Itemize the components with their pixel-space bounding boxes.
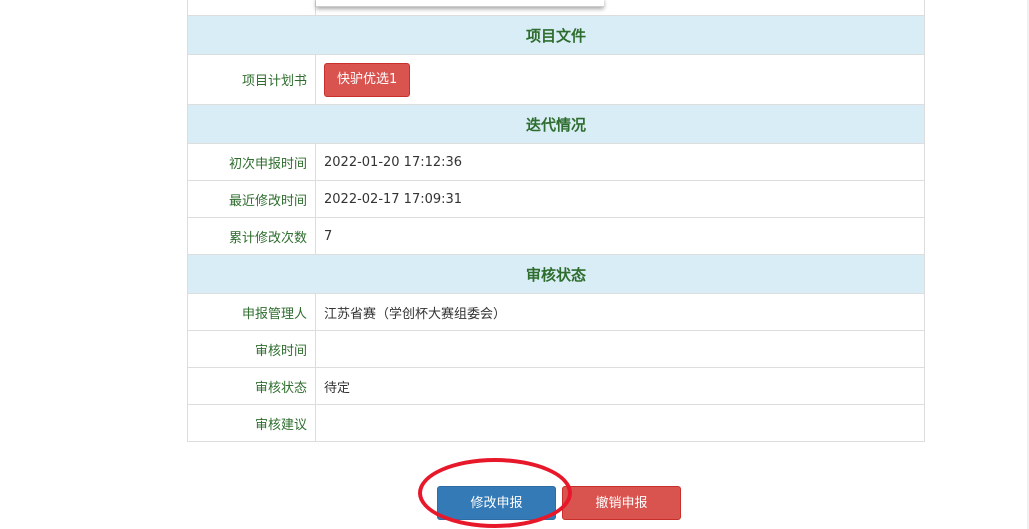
review-status-value: 待定 bbox=[315, 367, 925, 405]
plan-cell: 快驴优选1 bbox=[315, 54, 925, 105]
plan-label: 项目计划书 bbox=[187, 54, 316, 105]
table-row: 最近修改时间 2022-02-17 17:09:31 bbox=[187, 180, 925, 218]
section-header-files: 项目文件 bbox=[187, 15, 925, 55]
review-time-value bbox=[315, 330, 925, 368]
review-status-label: 审核状态 bbox=[187, 367, 316, 405]
table-row: 累计修改次数 7 bbox=[187, 217, 925, 255]
last-modified-label: 最近修改时间 bbox=[187, 180, 316, 218]
section-header-iterations: 迭代情况 bbox=[187, 104, 925, 144]
first-submit-label: 初次申报时间 bbox=[187, 143, 316, 181]
table-row: 审核状态 待定 bbox=[187, 367, 925, 405]
manager-value: 江苏省赛（学创杯大赛组委会） bbox=[315, 293, 925, 331]
dropdown-overlay-edge bbox=[316, 0, 604, 7]
last-modified-value: 2022-02-17 17:09:31 bbox=[315, 180, 925, 218]
review-time-label: 审核时间 bbox=[187, 330, 316, 368]
modify-count-value: 7 bbox=[315, 217, 925, 255]
edit-submission-button[interactable]: 修改申报 bbox=[437, 486, 556, 520]
cancel-submission-button[interactable]: 撤销申报 bbox=[562, 486, 681, 520]
table-row: 审核建议 bbox=[187, 404, 925, 442]
manager-label: 申报管理人 bbox=[187, 293, 316, 331]
table-row: 审核时间 bbox=[187, 330, 925, 368]
first-submit-value: 2022-01-20 17:12:36 bbox=[315, 143, 925, 181]
section-title-review: 审核状态 bbox=[187, 254, 925, 294]
section-title-iterations: 迭代情况 bbox=[187, 104, 925, 144]
review-advice-value bbox=[315, 404, 925, 442]
page: 项目文件 项目计划书 快驴优选1 迭代情况 初次申报时间 2022-01-20 … bbox=[0, 0, 1029, 529]
project-info-table: 项目文件 项目计划书 快驴优选1 迭代情况 初次申报时间 2022-01-20 … bbox=[187, 0, 925, 442]
table-row: 初次申报时间 2022-01-20 17:12:36 bbox=[187, 143, 925, 181]
table-row: 申报管理人 江苏省赛（学创杯大赛组委会） bbox=[187, 293, 925, 331]
review-advice-label: 审核建议 bbox=[187, 404, 316, 442]
section-title-files: 项目文件 bbox=[187, 15, 925, 55]
previous-row-label bbox=[187, 0, 316, 16]
section-header-review: 审核状态 bbox=[187, 254, 925, 294]
table-row: 项目计划书 快驴优选1 bbox=[187, 54, 925, 105]
plan-file-button[interactable]: 快驴优选1 bbox=[324, 62, 411, 97]
modify-count-label: 累计修改次数 bbox=[187, 217, 316, 255]
